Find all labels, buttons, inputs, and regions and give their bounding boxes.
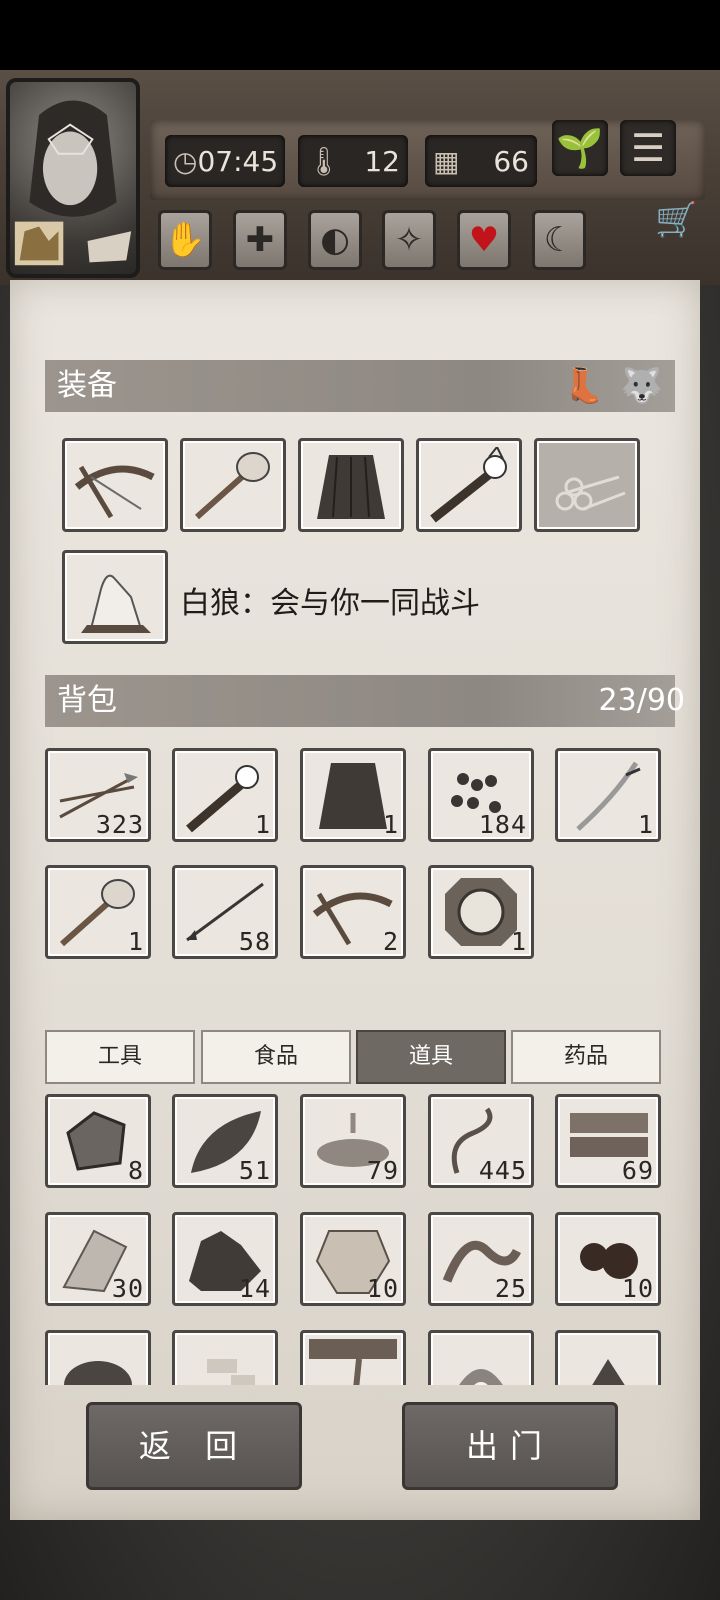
character-portrait[interactable] [6, 78, 140, 278]
equipment-header: 装备 👢 🐺 [45, 360, 675, 412]
menu-button[interactable]: ☰ [620, 120, 676, 176]
heart-status[interactable]: ♥ [457, 210, 511, 270]
calendar-icon: ▦ [433, 144, 460, 178]
go-out-button[interactable]: 出门 [402, 1402, 618, 1490]
storage-item-planks[interactable]: 69 [555, 1094, 661, 1188]
backpack-item-arrows[interactable]: 323 [45, 748, 151, 842]
hunger-status[interactable]: ◐ [308, 210, 362, 270]
wolf-icon[interactable]: 🐺 [621, 360, 663, 412]
storage-grid[interactable]: 8 51 79 445 69 30 14 10 25 10 [40, 1090, 680, 1385]
equip-slot-torch[interactable] [416, 438, 522, 532]
health-status[interactable]: ✚ [233, 210, 287, 270]
heart-icon: ♥ [468, 220, 500, 260]
tab-medicine[interactable]: 药品 [511, 1030, 661, 1084]
temperature-display: 🌡 12 [298, 135, 408, 187]
moon-icon: ☾ [543, 220, 575, 260]
storage-item-flint[interactable]: 30 [45, 1212, 151, 1306]
storage-item-dirt[interactable] [555, 1330, 661, 1385]
backpack-title: 背包 [57, 683, 117, 718]
storage-item-vine[interactable]: 445 [428, 1094, 534, 1188]
sprout-icon: 🌱 [556, 126, 604, 170]
storage-item-hide[interactable]: 10 [300, 1212, 406, 1306]
backpack-item-sabre[interactable]: 1 [555, 748, 661, 842]
menu-icon: ☰ [630, 126, 666, 170]
backpack-item-skirt[interactable]: 1 [300, 748, 406, 842]
backpack-item-arrow[interactable]: 58 [172, 865, 278, 959]
equipment-title: 装备 [57, 368, 117, 403]
backpack-item-compass[interactable]: 1 [428, 865, 534, 959]
backpack-item-hammer[interactable]: 1 [45, 865, 151, 959]
equip-slot-firewood[interactable] [534, 438, 640, 532]
backpack-capacity: 23/90 [598, 683, 685, 718]
clock-icon: ◷ [173, 144, 198, 178]
backpack-header: 背包 23/90 [45, 675, 685, 727]
storage-item-pearl[interactable] [428, 1330, 534, 1385]
tab-tools[interactable]: 工具 [45, 1030, 195, 1084]
companion-slot-wolf[interactable] [62, 550, 168, 644]
backpack-item-crossbow[interactable]: 2 [300, 865, 406, 959]
storage-item-ore[interactable]: 14 [172, 1212, 278, 1306]
hand-status[interactable]: ✋ [158, 210, 212, 270]
storage-item-puddle[interactable]: 79 [300, 1094, 406, 1188]
stomach-icon: ◐ [320, 220, 350, 260]
storage-item-stone[interactable]: 8 [45, 1094, 151, 1188]
equip-slot-crossbow[interactable] [62, 438, 168, 532]
back-button[interactable]: 返 回 [86, 1402, 302, 1490]
backpack-item-torch[interactable]: 1 [172, 748, 278, 842]
storage-item-herb[interactable] [45, 1330, 151, 1385]
health-cross-icon: ✚ [245, 220, 275, 260]
sprout-button[interactable]: 🌱 [552, 120, 608, 176]
storage-item-leaf[interactable]: 51 [172, 1094, 278, 1188]
tab-food[interactable]: 食品 [201, 1030, 351, 1084]
equip-slot-skirt[interactable] [298, 438, 404, 532]
storage-item-branch[interactable] [300, 1330, 406, 1385]
shop-cart-icon[interactable]: 🛒 [655, 200, 705, 250]
mind-status[interactable]: ✧ [382, 210, 436, 270]
mind-icon: ✧ [394, 220, 424, 260]
equip-slot-hammer[interactable] [180, 438, 286, 532]
thermometer-icon: 🌡 [306, 144, 342, 178]
storage-item-worm[interactable]: 25 [428, 1212, 534, 1306]
boot-icon[interactable]: 👢 [563, 360, 605, 412]
tab-props[interactable]: 道具 [356, 1030, 506, 1084]
backpack-item-pellets[interactable]: 184 [428, 748, 534, 842]
sleep-status[interactable]: ☾ [532, 210, 586, 270]
days-display: ▦ 66 [425, 135, 537, 187]
hand-icon: ✋ [163, 220, 207, 260]
storage-item-tar[interactable]: 10 [555, 1212, 661, 1306]
storage-item-bone-shards[interactable] [172, 1330, 278, 1385]
companion-description: 白狼：会与你一同战斗 [180, 586, 480, 621]
time-display: ◷ 07:45 [165, 135, 285, 187]
